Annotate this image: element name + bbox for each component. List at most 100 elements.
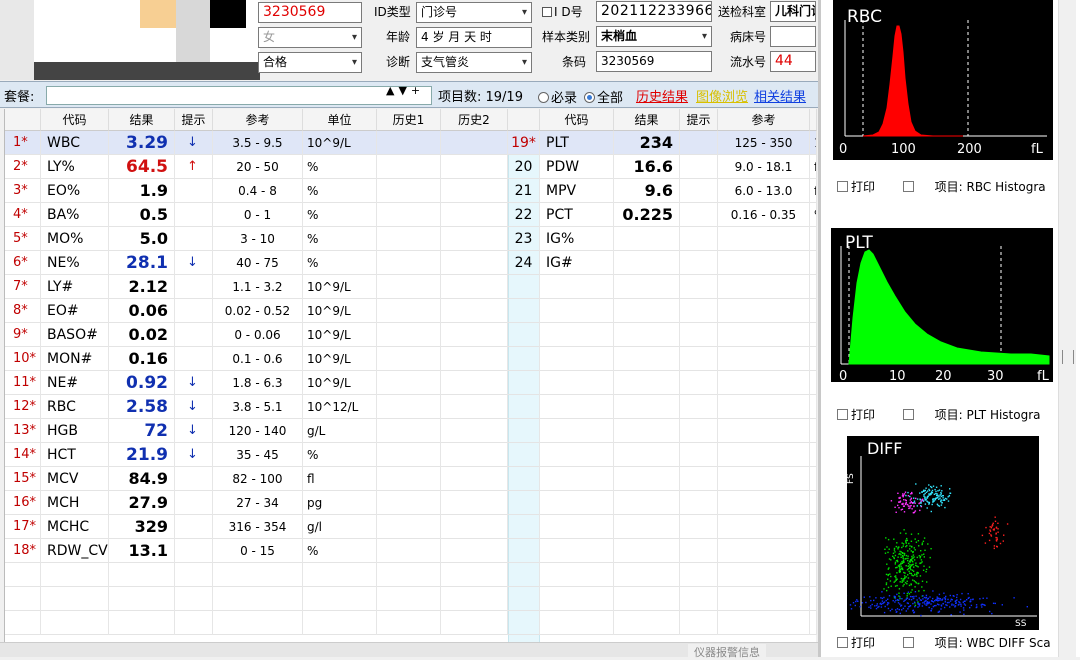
cell-result[interactable]: 5.0 — [109, 227, 175, 251]
col-header-result-2[interactable]: 结果 — [614, 109, 680, 131]
cell-result[interactable]: 0.02 — [109, 323, 175, 347]
cell-result[interactable]: 0.16 — [109, 347, 175, 371]
cell-result-r[interactable] — [614, 443, 680, 467]
plt-item-checkbox[interactable] — [903, 409, 914, 420]
history-results-link[interactable]: 历史结果 — [636, 86, 688, 105]
col-header-hist1[interactable]: 历史1 — [377, 109, 441, 131]
table-row[interactable]: 13*HGB72↓120 - 140g/L — [5, 419, 817, 443]
cell-result[interactable]: 0.92 — [109, 371, 175, 395]
cell-result-r[interactable] — [614, 275, 680, 299]
cell-result-r[interactable] — [614, 467, 680, 491]
col-header-code[interactable]: 代码 — [41, 109, 109, 131]
sample-type-select[interactable]: 末梢血 — [596, 26, 712, 47]
cell-result[interactable]: 13.1 — [109, 539, 175, 563]
cell-result-r[interactable] — [614, 371, 680, 395]
rbc-print-checkbox[interactable] — [837, 181, 848, 192]
cell-result[interactable]: 64.5 — [109, 155, 175, 179]
table-row[interactable]: 12*RBC2.58↓3.8 - 5.110^12/L — [5, 395, 817, 419]
table-row[interactable]: 18*RDW_CV13.10 - 15% — [5, 539, 817, 563]
table-row[interactable] — [5, 563, 817, 587]
cell-result-r[interactable] — [614, 419, 680, 443]
table-row[interactable]: 11*NE#0.92↓1.8 - 6.310^9/L — [5, 371, 817, 395]
cell-result-r[interactable] — [614, 299, 680, 323]
cell-result-r[interactable]: 16.6 — [614, 155, 680, 179]
age-field[interactable]: 4 岁 月 天 时 — [416, 27, 532, 48]
cell-result-r[interactable] — [614, 611, 680, 635]
col-header-ref[interactable]: 参考 — [213, 109, 303, 131]
cell-result[interactable] — [109, 611, 175, 635]
table-row[interactable]: 17*MCHC329316 - 354g/l — [5, 515, 817, 539]
col-header-hist2[interactable]: 历史2 — [441, 109, 508, 131]
scrollbar-thumb[interactable] — [1062, 350, 1074, 364]
cell-result[interactable]: 329 — [109, 515, 175, 539]
cell-result[interactable]: 72 — [109, 419, 175, 443]
cell-result-r[interactable] — [614, 563, 680, 587]
cell-result[interactable]: 21.9 — [109, 443, 175, 467]
cell-result[interactable]: 2.58 — [109, 395, 175, 419]
related-results-link[interactable]: 相关结果 — [754, 86, 806, 105]
col-header-hint-2[interactable]: 提示 — [680, 109, 718, 131]
cell-result-r[interactable]: 0.225 — [614, 203, 680, 227]
package-nav-buttons[interactable]: ▲▼+ — [386, 84, 424, 97]
cell-result[interactable]: 3.29 — [109, 131, 175, 155]
cell-result[interactable]: 84.9 — [109, 467, 175, 491]
plt-print-checkbox[interactable] — [837, 409, 848, 420]
table-row[interactable]: 1*WBC3.29↓3.5 - 9.510^9/L19*PLT234125 - … — [5, 131, 817, 155]
table-row[interactable]: 9*BASO#0.020 - 0.0610^9/L — [5, 323, 817, 347]
id-no-checkbox[interactable] — [542, 7, 552, 17]
cell-result-r[interactable] — [614, 491, 680, 515]
table-row[interactable] — [5, 587, 817, 611]
cell-result-r[interactable] — [614, 539, 680, 563]
radio-all[interactable]: 全部 — [584, 87, 623, 106]
cell-result-r[interactable]: 234 — [614, 131, 680, 155]
table-row[interactable]: 2*LY%64.5↑20 - 50%20PDW16.69.0 - 18.1f — [5, 155, 817, 179]
table-row[interactable]: 15*MCV84.982 - 100fl — [5, 467, 817, 491]
cell-result-r[interactable] — [614, 251, 680, 275]
cell-result[interactable]: 27.9 — [109, 491, 175, 515]
cell-result[interactable]: 0.5 — [109, 203, 175, 227]
cell-result[interactable] — [109, 563, 175, 587]
image-browse-link[interactable]: 图像浏览 — [696, 86, 748, 105]
rbc-item-checkbox[interactable] — [903, 181, 914, 192]
table-row[interactable]: 10*MON#0.160.1 - 0.610^9/L — [5, 347, 817, 371]
cell-result-r[interactable] — [614, 515, 680, 539]
col-header-result[interactable]: 结果 — [109, 109, 175, 131]
cell-result-r[interactable] — [614, 227, 680, 251]
bed-field[interactable] — [770, 26, 816, 47]
col-header-hint[interactable]: 提示 — [175, 109, 213, 131]
cell-result[interactable]: 1.9 — [109, 179, 175, 203]
serial-field[interactable]: 44 — [770, 51, 816, 72]
table-row[interactable]: 4*BA%0.50 - 1%22PCT0.2250.16 - 0.35% — [5, 203, 817, 227]
col-header-code-2[interactable]: 代码 — [540, 109, 614, 131]
table-row[interactable]: 6*NE%28.1↓40 - 75%24IG# — [5, 251, 817, 275]
table-row[interactable]: 7*LY#2.121.1 - 3.210^9/L — [5, 275, 817, 299]
sex-select[interactable]: 女 — [258, 27, 362, 48]
status-select[interactable]: 合格 — [258, 52, 362, 73]
col-header-unit-2[interactable] — [810, 109, 817, 131]
package-input[interactable] — [46, 86, 432, 105]
col-header-ref-2[interactable]: 参考 — [718, 109, 810, 131]
barcode-field[interactable]: 3230569 — [596, 51, 712, 72]
cell-result[interactable]: 2.12 — [109, 275, 175, 299]
cell-result-r[interactable] — [614, 395, 680, 419]
table-row[interactable]: 5*MO%5.03 - 10%23IG% — [5, 227, 817, 251]
table-row[interactable] — [5, 611, 817, 635]
diff-print-checkbox[interactable] — [837, 637, 848, 648]
table-row[interactable]: 14*HCT21.9↓35 - 45% — [5, 443, 817, 467]
right-panel-scrollbar[interactable] — [1058, 0, 1076, 657]
dept-field[interactable]: 儿科门诊 — [770, 1, 816, 22]
table-row[interactable]: 3*EO%1.90.4 - 8%21MPV9.66.0 - 13.0f — [5, 179, 817, 203]
cell-result[interactable] — [109, 587, 175, 611]
id-type-select[interactable]: 门诊号 — [416, 2, 532, 23]
sample-no-field[interactable]: 3230569 — [258, 2, 362, 23]
diagnosis-select[interactable]: 支气管炎 — [416, 52, 532, 73]
table-row[interactable]: 16*MCH27.927 - 34pg — [5, 491, 817, 515]
cell-result-r[interactable]: 9.6 — [614, 179, 680, 203]
id-no-field[interactable]: 202112233966 — [596, 1, 712, 22]
table-row[interactable]: 8*EO#0.060.02 - 0.5210^9/L — [5, 299, 817, 323]
radio-required[interactable]: 必录 — [538, 87, 577, 106]
diff-item-checkbox[interactable] — [903, 637, 914, 648]
cell-result[interactable]: 0.06 — [109, 299, 175, 323]
cell-result-r[interactable] — [614, 347, 680, 371]
cell-result-r[interactable] — [614, 323, 680, 347]
